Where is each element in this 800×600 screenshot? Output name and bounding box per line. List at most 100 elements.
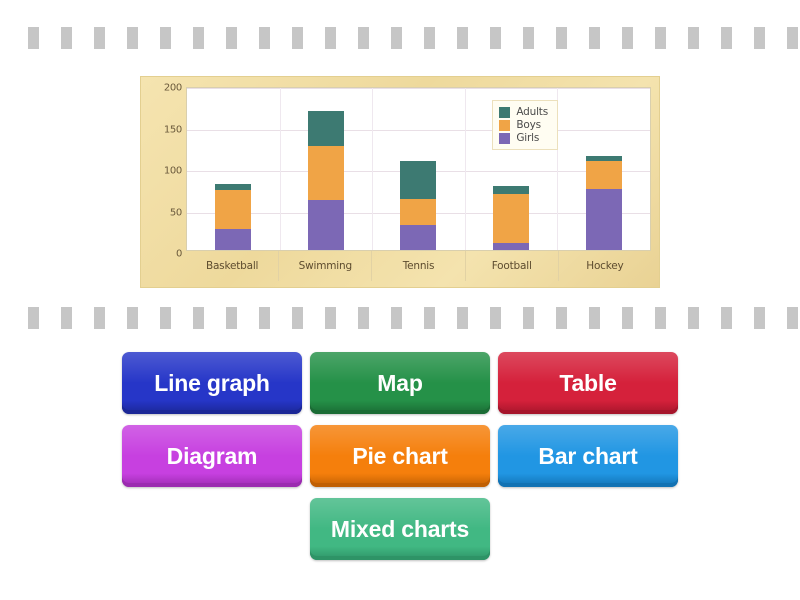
bar-segment-boys <box>307 146 344 201</box>
dash-mark <box>622 307 633 329</box>
dash-mark <box>61 27 72 49</box>
x-axis-tick-label: Tennis <box>371 251 464 281</box>
dash-mark <box>193 27 204 49</box>
dash-mark <box>424 27 435 49</box>
x-axis-tick-label: Basketball <box>205 260 259 272</box>
dash-mark <box>688 307 699 329</box>
legend-label: Adults <box>516 106 548 118</box>
legend-item-girls: Girls <box>499 132 548 144</box>
legend-item-adults: Adults <box>499 106 548 118</box>
dash-mark <box>754 27 765 49</box>
dash-mark <box>523 27 534 49</box>
bar-group-basketball <box>187 88 280 250</box>
bar-segment-adults <box>215 183 252 191</box>
legend-swatch-boys <box>499 119 511 131</box>
y-axis-tick-label: 200 <box>163 82 182 94</box>
dash-mark <box>259 27 270 49</box>
bar-group-hockey <box>557 88 650 250</box>
bar-segment-boys <box>493 194 530 244</box>
dash-mark <box>226 27 237 49</box>
dash-mark <box>127 27 138 49</box>
dash-mark <box>28 27 39 49</box>
dash-mark <box>226 307 237 329</box>
stacked-bar <box>400 161 437 250</box>
dash-mark <box>325 27 336 49</box>
dash-mark <box>457 307 468 329</box>
dash-mark <box>259 307 270 329</box>
y-axis-tick-label: 50 <box>169 207 182 218</box>
dashed-separator-top <box>0 26 800 50</box>
dash-mark <box>292 307 303 329</box>
y-axis-tick-label: 150 <box>163 124 182 135</box>
y-axis-tick-label: 100 <box>163 165 182 177</box>
answer-button-bar-chart[interactable]: Bar chart <box>498 425 678 487</box>
chart-plot-area: Adults Boys Girls <box>186 87 651 251</box>
answer-options: Line graph Map Table Diagram Pie chart Bar ch… <box>0 352 800 571</box>
answer-row-3: Mixed charts <box>0 498 800 560</box>
stacked-bar <box>307 110 344 250</box>
dash-mark <box>292 27 303 49</box>
legend-swatch-girls <box>499 132 511 144</box>
dash-mark <box>424 307 435 329</box>
bar-segment-boys <box>215 190 252 230</box>
answer-button-label: Diagram <box>166 442 258 469</box>
y-axis-tick-label: 0 <box>175 248 182 260</box>
dash-mark <box>787 307 798 329</box>
bar-segment-girls <box>493 243 530 250</box>
x-axis-tick-label: Swimming <box>278 251 371 281</box>
dash-mark <box>61 307 72 329</box>
dash-mark <box>556 307 567 329</box>
dash-mark <box>589 27 600 49</box>
dash-mark <box>622 27 633 49</box>
bar-segment-boys <box>400 198 437 226</box>
dash-mark <box>325 307 336 329</box>
answer-button-line-graph[interactable]: Line graph <box>122 352 302 414</box>
legend-swatch-adults <box>499 106 511 118</box>
dash-mark <box>28 307 39 329</box>
dash-mark <box>391 307 402 329</box>
dash-mark <box>721 27 732 49</box>
bar-segment-girls <box>307 200 344 250</box>
dash-mark <box>589 307 600 329</box>
dash-mark <box>787 27 798 49</box>
stacked-bar <box>493 186 530 250</box>
answer-button-map[interactable]: Map <box>310 352 490 414</box>
answer-button-diagram[interactable]: Diagram <box>122 425 302 487</box>
dash-mark <box>160 307 171 329</box>
dash-mark <box>523 307 534 329</box>
chart-legend: Adults Boys Girls <box>492 100 558 150</box>
dash-mark <box>358 27 369 49</box>
bar-group-swimming <box>279 88 373 250</box>
bar-segment-adults <box>307 110 344 147</box>
dash-mark <box>754 307 765 329</box>
answer-row-2: Diagram Pie chart Bar chart <box>0 425 800 487</box>
dash-mark <box>94 27 105 49</box>
bar-segment-girls <box>400 225 437 250</box>
answer-button-label: Bar chart <box>538 442 638 469</box>
chart-card: 200 150 100 50 0 Adults Boys Girls Basketball S… <box>140 76 660 288</box>
answer-button-label: Line graph <box>154 369 270 396</box>
chart-y-axis: 200 150 100 50 0 <box>141 83 186 260</box>
bar-segment-adults <box>400 161 437 199</box>
x-axis-tick-label: Football <box>464 251 558 281</box>
bar-segment-girls <box>215 229 252 250</box>
dash-mark <box>721 307 732 329</box>
dashed-separator-middle <box>0 306 800 330</box>
x-axis-tick-label: Hockey <box>557 251 651 281</box>
legend-label: Girls <box>516 132 540 144</box>
chart-x-axis: Basketball Swimming Tennis Football Hockey <box>186 251 651 281</box>
dash-mark <box>193 307 204 329</box>
dash-mark <box>688 27 699 49</box>
answer-button-table[interactable]: Table <box>498 352 678 414</box>
stacked-bar <box>585 156 622 250</box>
stacked-bar <box>215 183 252 250</box>
dash-mark <box>358 307 369 329</box>
bar-group-tennis <box>372 88 465 250</box>
dash-mark <box>655 307 666 329</box>
legend-item-boys: Boys <box>499 119 548 131</box>
answer-button-mixed-charts[interactable]: Mixed charts <box>310 498 490 560</box>
dash-mark <box>556 27 567 49</box>
dash-mark <box>457 27 468 49</box>
dash-mark <box>127 307 138 329</box>
answer-button-pie-chart[interactable]: Pie chart <box>310 425 490 487</box>
